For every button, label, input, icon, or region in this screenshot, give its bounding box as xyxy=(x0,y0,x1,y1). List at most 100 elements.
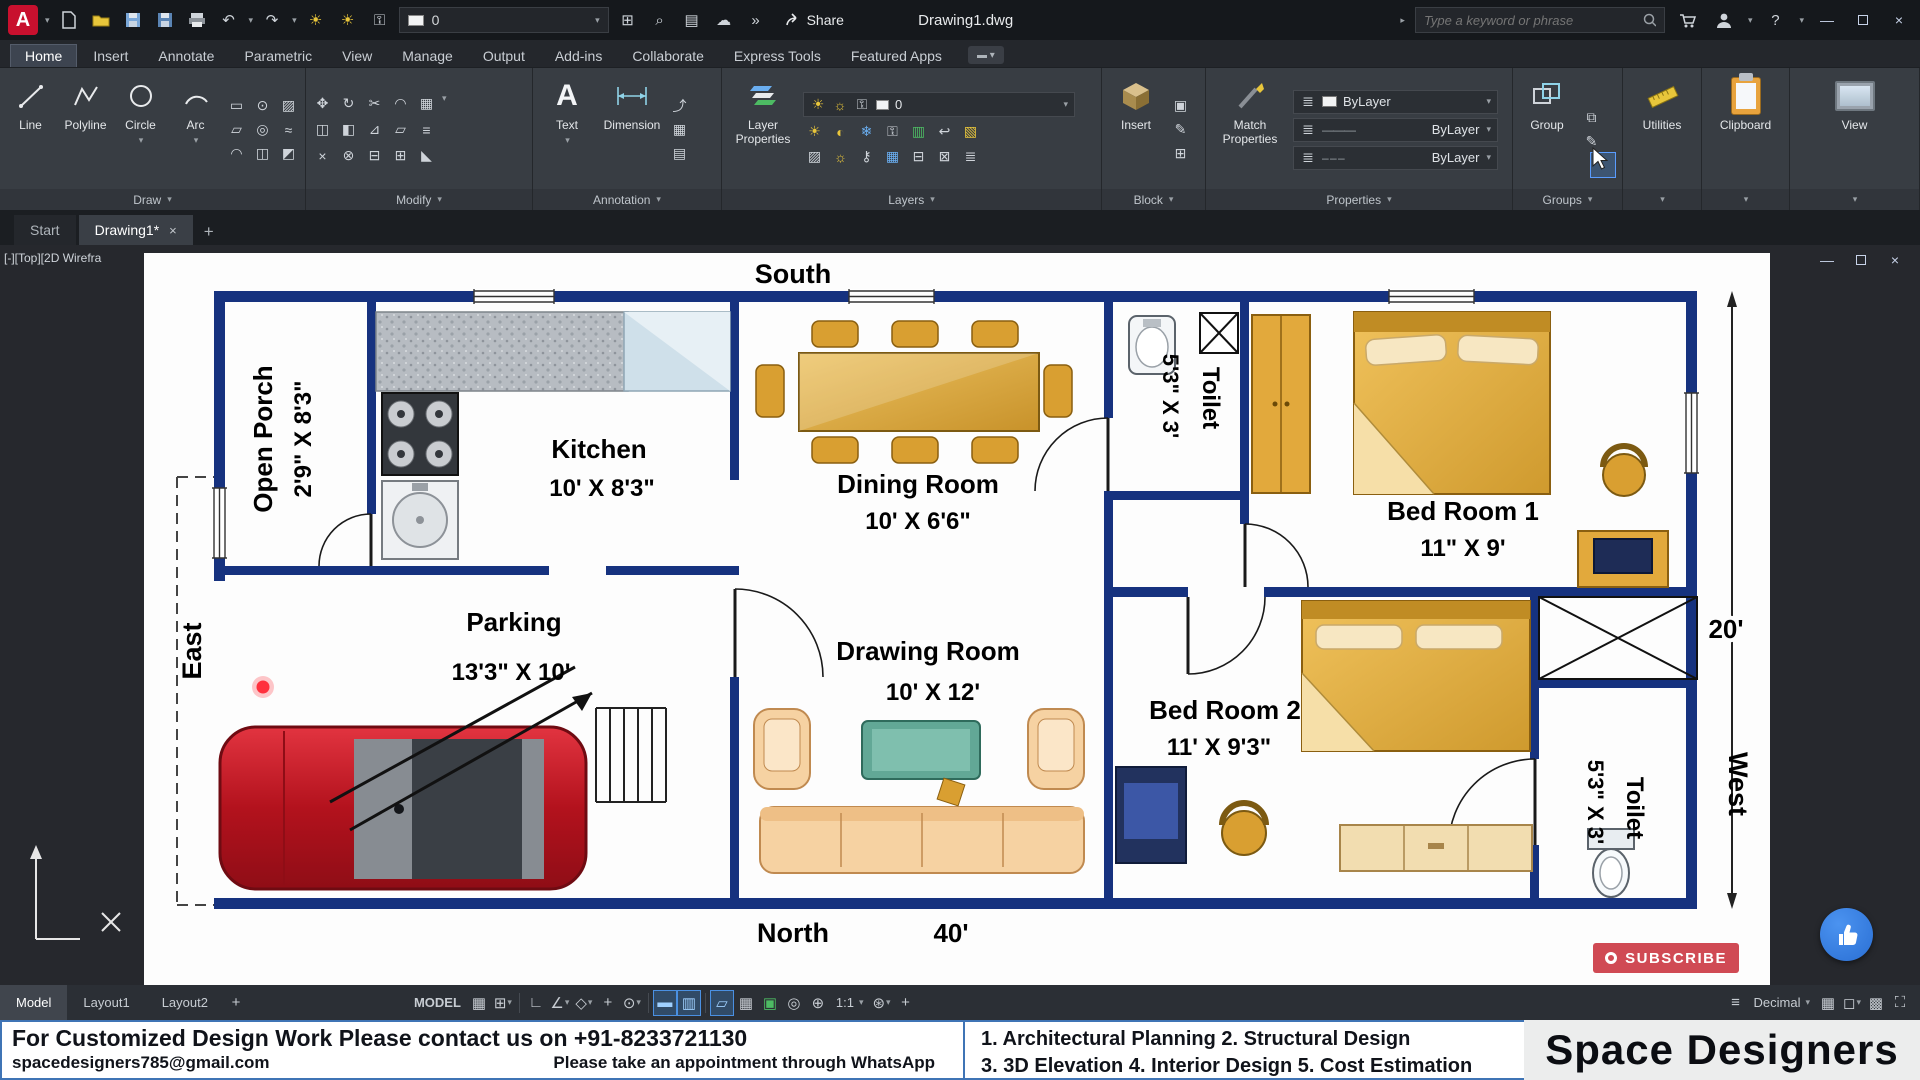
array-caret[interactable]: ▾ xyxy=(442,93,447,114)
copy-tool-icon[interactable]: ◫ xyxy=(311,119,334,140)
draw-panel-footer[interactable]: Draw▾ xyxy=(0,189,305,210)
dimension-button[interactable]: Dimension xyxy=(600,72,664,187)
transparency-toggle[interactable]: ▥ xyxy=(677,990,701,1016)
layers-panel-footer[interactable]: Layers▾ xyxy=(722,189,1101,210)
annotation-scale-add[interactable]: + xyxy=(894,990,918,1016)
layer-lock-tool-icon[interactable]: ⚿ xyxy=(881,121,904,142)
help-icon[interactable]: ? xyxy=(1762,8,1788,32)
save-as-icon[interactable] xyxy=(152,8,178,32)
clipboard-panel-footer[interactable]: ▾ xyxy=(1702,189,1789,210)
gradient-tool-icon[interactable]: ◩ xyxy=(277,143,300,164)
polar-tracking-toggle[interactable]: ∠▾ xyxy=(548,990,572,1016)
app-minimize-button[interactable]: — xyxy=(1814,7,1840,33)
layer-lock-icon[interactable]: ⚿ xyxy=(367,8,393,32)
grid-toggle[interactable]: ▦ xyxy=(467,990,491,1016)
tab-addins[interactable]: Add-ins xyxy=(541,45,616,67)
quick-measure-icon[interactable]: ▦ xyxy=(1816,990,1840,1016)
annotation-visibility-toggle[interactable]: ⊕ xyxy=(806,990,830,1016)
layer-isolate-icon[interactable]: ◐ xyxy=(829,121,852,142)
rotate-tool-icon[interactable]: ↻ xyxy=(337,93,360,114)
search-tool-icon[interactable]: ⌕ xyxy=(647,8,673,32)
properties-panel-footer[interactable]: Properties▾ xyxy=(1206,189,1512,210)
layer-on-bulb-icon[interactable]: ☀ xyxy=(303,8,329,32)
rectangle-tool-icon[interactable]: ▭ xyxy=(225,95,248,116)
close-tab-icon[interactable]: × xyxy=(169,223,177,238)
search-collapse-caret[interactable]: ▸ xyxy=(1400,15,1405,26)
layer-vpfreeze-icon[interactable]: ▦ xyxy=(881,146,904,167)
clipboard-button[interactable]: Clipboard xyxy=(1717,72,1775,187)
redo-icon[interactable]: ↷ xyxy=(259,8,285,32)
arc-button[interactable]: Arc▾ xyxy=(170,72,221,187)
erase-tool-icon[interactable]: × xyxy=(311,145,334,166)
autocad-logo[interactable]: A xyxy=(8,5,38,35)
layer-properties-button[interactable]: Layer Properties xyxy=(727,72,799,187)
app-restore-button[interactable] xyxy=(1850,7,1876,33)
snap-toggle[interactable]: ⊞▾ xyxy=(491,990,515,1016)
osnap-tracking-toggle[interactable]: + xyxy=(596,990,620,1016)
layer-freeze-icon[interactable]: ❄ xyxy=(855,121,878,142)
lineweight-dropdown[interactable]: ≣ ——— ByLayer ▾ xyxy=(1293,118,1498,142)
layer-state-icon[interactable]: ▧ xyxy=(959,121,982,142)
tab-home[interactable]: Home xyxy=(10,44,77,67)
create-block-icon[interactable]: ▣ xyxy=(1169,95,1192,116)
app-menu-caret[interactable]: ▾ xyxy=(45,15,50,26)
ellipse-tool-icon[interactable]: ⊙ xyxy=(251,95,274,116)
new-layout-button[interactable]: + xyxy=(224,990,248,1016)
scale-tool-icon[interactable]: ⊿ xyxy=(363,119,386,140)
doc-minimize-button[interactable]: — xyxy=(1814,247,1840,273)
workspace-switching-gear[interactable]: ⊛▾ xyxy=(870,990,894,1016)
groups-panel-footer[interactable]: Groups▾ xyxy=(1513,189,1622,210)
search-icon[interactable] xyxy=(1643,13,1656,27)
group-button[interactable]: Group xyxy=(1518,72,1576,187)
viewport-controls-label[interactable]: [-][Top][2D Wirefra xyxy=(4,251,101,265)
leader-tool-icon[interactable]: ⤴ xyxy=(668,95,691,116)
help-search[interactable] xyxy=(1415,7,1665,33)
object-color-dropdown[interactable]: ≣ ByLayer ▾ xyxy=(1293,90,1498,114)
layer-settings-icon[interactable]: ≣ xyxy=(959,146,982,167)
layer-merge-icon[interactable]: ⊟ xyxy=(907,146,930,167)
fillet-tool-icon[interactable]: ◠ xyxy=(389,93,412,114)
tab-featured-apps[interactable]: Featured Apps xyxy=(837,45,956,67)
object-snap-toggle[interactable]: ⊙▾ xyxy=(620,990,644,1016)
clean-screen-toggle[interactable]: ⛶ xyxy=(1888,990,1912,1016)
region-tool-icon[interactable]: ◫ xyxy=(251,143,274,164)
layer-walk-icon[interactable]: ▨ xyxy=(803,146,826,167)
model-space-sheet[interactable]: South North 40' East West 20' Open Porch… xyxy=(144,253,1770,985)
layer-match-icon[interactable]: ▥ xyxy=(907,121,930,142)
layer-delete-icon[interactable]: ⊠ xyxy=(933,146,956,167)
undo-icon[interactable]: ↶ xyxy=(216,8,242,32)
break-tool-icon[interactable]: ⊟ xyxy=(363,145,386,166)
drawing-workspace[interactable]: [-][Top][2D Wirefra — × xyxy=(0,245,1920,985)
workspace-icon[interactable]: ⊞ xyxy=(615,8,641,32)
units-dropdown[interactable]: Decimal▾ xyxy=(1748,995,1817,1010)
stretch-tool-icon[interactable]: ▱ xyxy=(389,119,412,140)
graphics-performance-icon[interactable]: ▩ xyxy=(1864,990,1888,1016)
line-button[interactable]: Line xyxy=(5,72,56,187)
doc-restore-button[interactable] xyxy=(1848,247,1874,273)
dynamic-input-toggle[interactable]: ▱ xyxy=(710,990,734,1016)
ribbon-display-toggle[interactable]: ▬ ▾ xyxy=(968,46,1004,64)
new-file-icon[interactable] xyxy=(56,8,82,32)
view-panel-footer[interactable]: ▾ xyxy=(1790,189,1919,210)
tab-view[interactable]: View xyxy=(328,45,386,67)
ungroup-icon[interactable]: ⧉ xyxy=(1580,107,1603,128)
model-space-indicator[interactable]: MODEL xyxy=(408,995,467,1010)
banner-email[interactable]: spacedesigners785@gmail.com xyxy=(12,1053,270,1073)
tab-manage[interactable]: Manage xyxy=(388,45,467,67)
new-drawing-tab-button[interactable]: + xyxy=(196,219,222,245)
tab-output[interactable]: Output xyxy=(469,45,539,67)
layer-dropdown[interactable]: ☀ ☼ ⚿ 0 ▾ xyxy=(803,92,1075,117)
block-attributes-icon[interactable]: ⊞ xyxy=(1169,143,1192,164)
tab-collaborate[interactable]: Collaborate xyxy=(618,45,718,67)
file-tab-drawing1[interactable]: Drawing1* × xyxy=(79,215,193,245)
layer-freeze-sun-icon[interactable]: ☀ xyxy=(335,8,361,32)
qat-more-icon[interactable]: » xyxy=(743,8,769,32)
layer-thaw-icon[interactable]: ☼ xyxy=(829,146,852,167)
array-tool-icon[interactable]: ▦ xyxy=(415,93,438,114)
linetype-dropdown[interactable]: ≣ – – – ByLayer ▾ xyxy=(1293,146,1498,170)
donut-tool-icon[interactable]: ◎ xyxy=(251,119,274,140)
chamfer-tool-icon[interactable]: ◣ xyxy=(415,145,438,166)
table-tool-icon[interactable]: ▦ xyxy=(668,119,691,140)
mtext-tool-icon[interactable]: ▤ xyxy=(668,143,691,164)
doc-close-button[interactable]: × xyxy=(1882,247,1908,273)
